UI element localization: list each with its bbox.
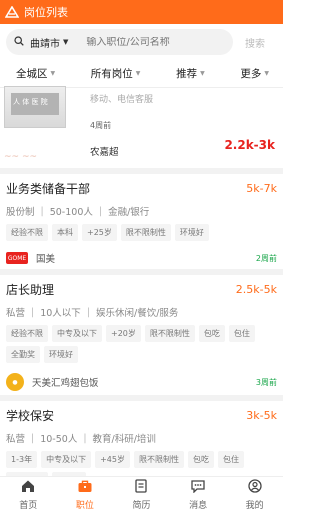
company-name: 国美: [36, 254, 56, 265]
chip: 中专及以下: [41, 451, 92, 468]
page-title: 岗位列表: [24, 6, 68, 19]
company-size: 10人以下: [40, 308, 81, 319]
search-input[interactable]: [86, 36, 197, 48]
app-logo-icon: [4, 5, 20, 19]
chip: +20岁: [106, 325, 141, 342]
company-meta: 私营 | 10-50人 | 教育/科研/培训: [6, 432, 156, 446]
tab-label: 简历: [132, 500, 151, 511]
job-salary: 5k-7k: [246, 182, 277, 195]
tab-label: 我的: [245, 500, 264, 511]
chip: 全勤奖: [6, 346, 40, 363]
job-title: 业务类储备干部: [6, 182, 91, 196]
filter-label: 推荐: [176, 68, 198, 80]
job-salary: 3k-5k: [246, 409, 277, 422]
filter-label: 全城区: [16, 68, 48, 80]
company-thumbnail: 人 体 医 院: [4, 86, 66, 128]
chip: 包住: [228, 325, 255, 342]
chip: 限不限制性: [133, 451, 184, 468]
tab-profile[interactable]: 我的: [226, 477, 283, 512]
job-title: 店长助理: [6, 283, 55, 297]
company-name: 天美汇鸡翅包饭: [32, 378, 99, 389]
chip: 1-3年: [6, 451, 38, 468]
briefcase-icon: [77, 479, 93, 498]
company-industry: 娱乐休闲/餐饮/服务: [96, 308, 179, 319]
tab-resume[interactable]: 简历: [113, 477, 170, 512]
chip: 中专及以下: [52, 325, 102, 342]
filter-position[interactable]: 所有岗位 ▼: [91, 66, 141, 81]
chip: 包吃: [198, 325, 225, 342]
triangle-down-icon: ▼: [135, 70, 141, 77]
company-industry: 教育/科研/培训: [92, 434, 156, 445]
company-row: GOME 国美: [6, 251, 55, 265]
chip: 包吃: [187, 451, 214, 468]
company-type: 私营: [6, 434, 26, 445]
company-meta: 股份制 | 50-100人 | 金融/银行: [6, 205, 150, 219]
city-selector[interactable]: 曲靖市: [30, 35, 60, 50]
chip: +25岁: [82, 224, 117, 241]
company-size: 10-50人: [40, 434, 78, 445]
job-tags: 移动、电信客服: [90, 95, 154, 105]
post-time: 4周前: [90, 121, 112, 130]
tab-messages[interactable]: 消息: [170, 477, 227, 512]
search-button[interactable]: 搜索: [233, 35, 277, 50]
tab-home[interactable]: 首页: [0, 477, 57, 512]
tab-label: 消息: [189, 500, 208, 511]
chip: 限不限制性: [120, 224, 171, 241]
tab-jobs[interactable]: 职位: [57, 477, 114, 512]
triangle-down-icon: ▼: [264, 70, 269, 77]
triangle-down-icon: ▼: [50, 70, 56, 77]
message-icon: [190, 479, 206, 498]
job-title: 学校保安: [6, 409, 55, 423]
filter-sort[interactable]: 推荐 ▼: [176, 66, 205, 81]
filter-label: 更多: [240, 68, 262, 80]
chip: 环境好: [174, 224, 209, 241]
company-row: ● 天美汇鸡翅包饭: [6, 373, 99, 391]
search-icon: [14, 35, 24, 49]
city-caret-icon: ▼: [63, 38, 69, 46]
company-meta: 私营 | 10人以下 | 娱乐休闲/餐饮/服务: [6, 306, 179, 320]
company-name: 农嘉超: [90, 147, 119, 158]
job-card[interactable]: 店长助理 2.5k-5k 私营 | 10人以下 | 娱乐休闲/餐饮/服务 经验不限 …: [0, 275, 283, 401]
filter-district[interactable]: 全城区 ▼: [16, 66, 55, 81]
chip: +45岁: [95, 451, 130, 468]
resume-icon: [133, 478, 149, 498]
app-header: 岗位列表: [0, 0, 283, 24]
triangle-down-icon: ▼: [200, 70, 205, 77]
filter-label: 所有岗位: [90, 68, 133, 80]
requirement-chips: 经验不限 本科 +25岁 限不限制性 环境好: [6, 224, 277, 245]
job-card[interactable]: 业务类储备干部 5k-7k 股份制 | 50-100人 | 金融/银行 经验不限 本…: [0, 174, 283, 275]
home-icon: [20, 479, 36, 498]
chip: 经验不限: [6, 325, 48, 342]
bottom-tab-bar: 首页 职位 简历 消息 我的: [0, 476, 283, 512]
tab-label: 首页: [19, 500, 38, 511]
search-box: 曲靖市 ▼: [6, 29, 233, 55]
chip: 环境好: [44, 346, 78, 363]
filter-bar: 全城区 ▼ 所有岗位 ▼ 推荐 ▼ 更多 ▼: [0, 60, 283, 88]
company-logo-icon: ●: [6, 373, 24, 391]
chip: 经验不限: [6, 224, 48, 241]
job-card-partial[interactable]: 人 体 医 院 ~~ ~~ 移动、电信客服 4周前 农嘉超 2.2k-3k: [0, 86, 283, 174]
job-salary: 2.2k-3k: [224, 138, 275, 152]
thumbnail-stamp-icon: ~~ ~~: [4, 152, 38, 162]
user-icon: [247, 478, 263, 498]
company-type: 私营: [6, 308, 26, 319]
company-industry: 金融/银行: [108, 207, 150, 218]
company-size: 50-100人: [49, 207, 93, 218]
job-salary: 2.5k-5k: [235, 283, 277, 296]
post-time: 3周前: [255, 377, 277, 387]
company-logo-icon: GOME: [6, 252, 28, 264]
chip: 本科: [52, 224, 78, 241]
chip: 包住: [217, 451, 244, 468]
filter-more[interactable]: 更多 ▼: [240, 66, 269, 81]
requirement-chips: 经验不限 中专及以下 +20岁 限不限制性 包吃 包住 全勤奖 环境好: [6, 325, 277, 367]
tab-label: 职位: [75, 500, 94, 511]
search-row: 曲靖市 ▼ 搜索: [0, 24, 283, 60]
post-time: 2周前: [255, 253, 277, 263]
chip: 限不限制性: [144, 325, 195, 342]
company-type: 股份制: [6, 207, 35, 218]
